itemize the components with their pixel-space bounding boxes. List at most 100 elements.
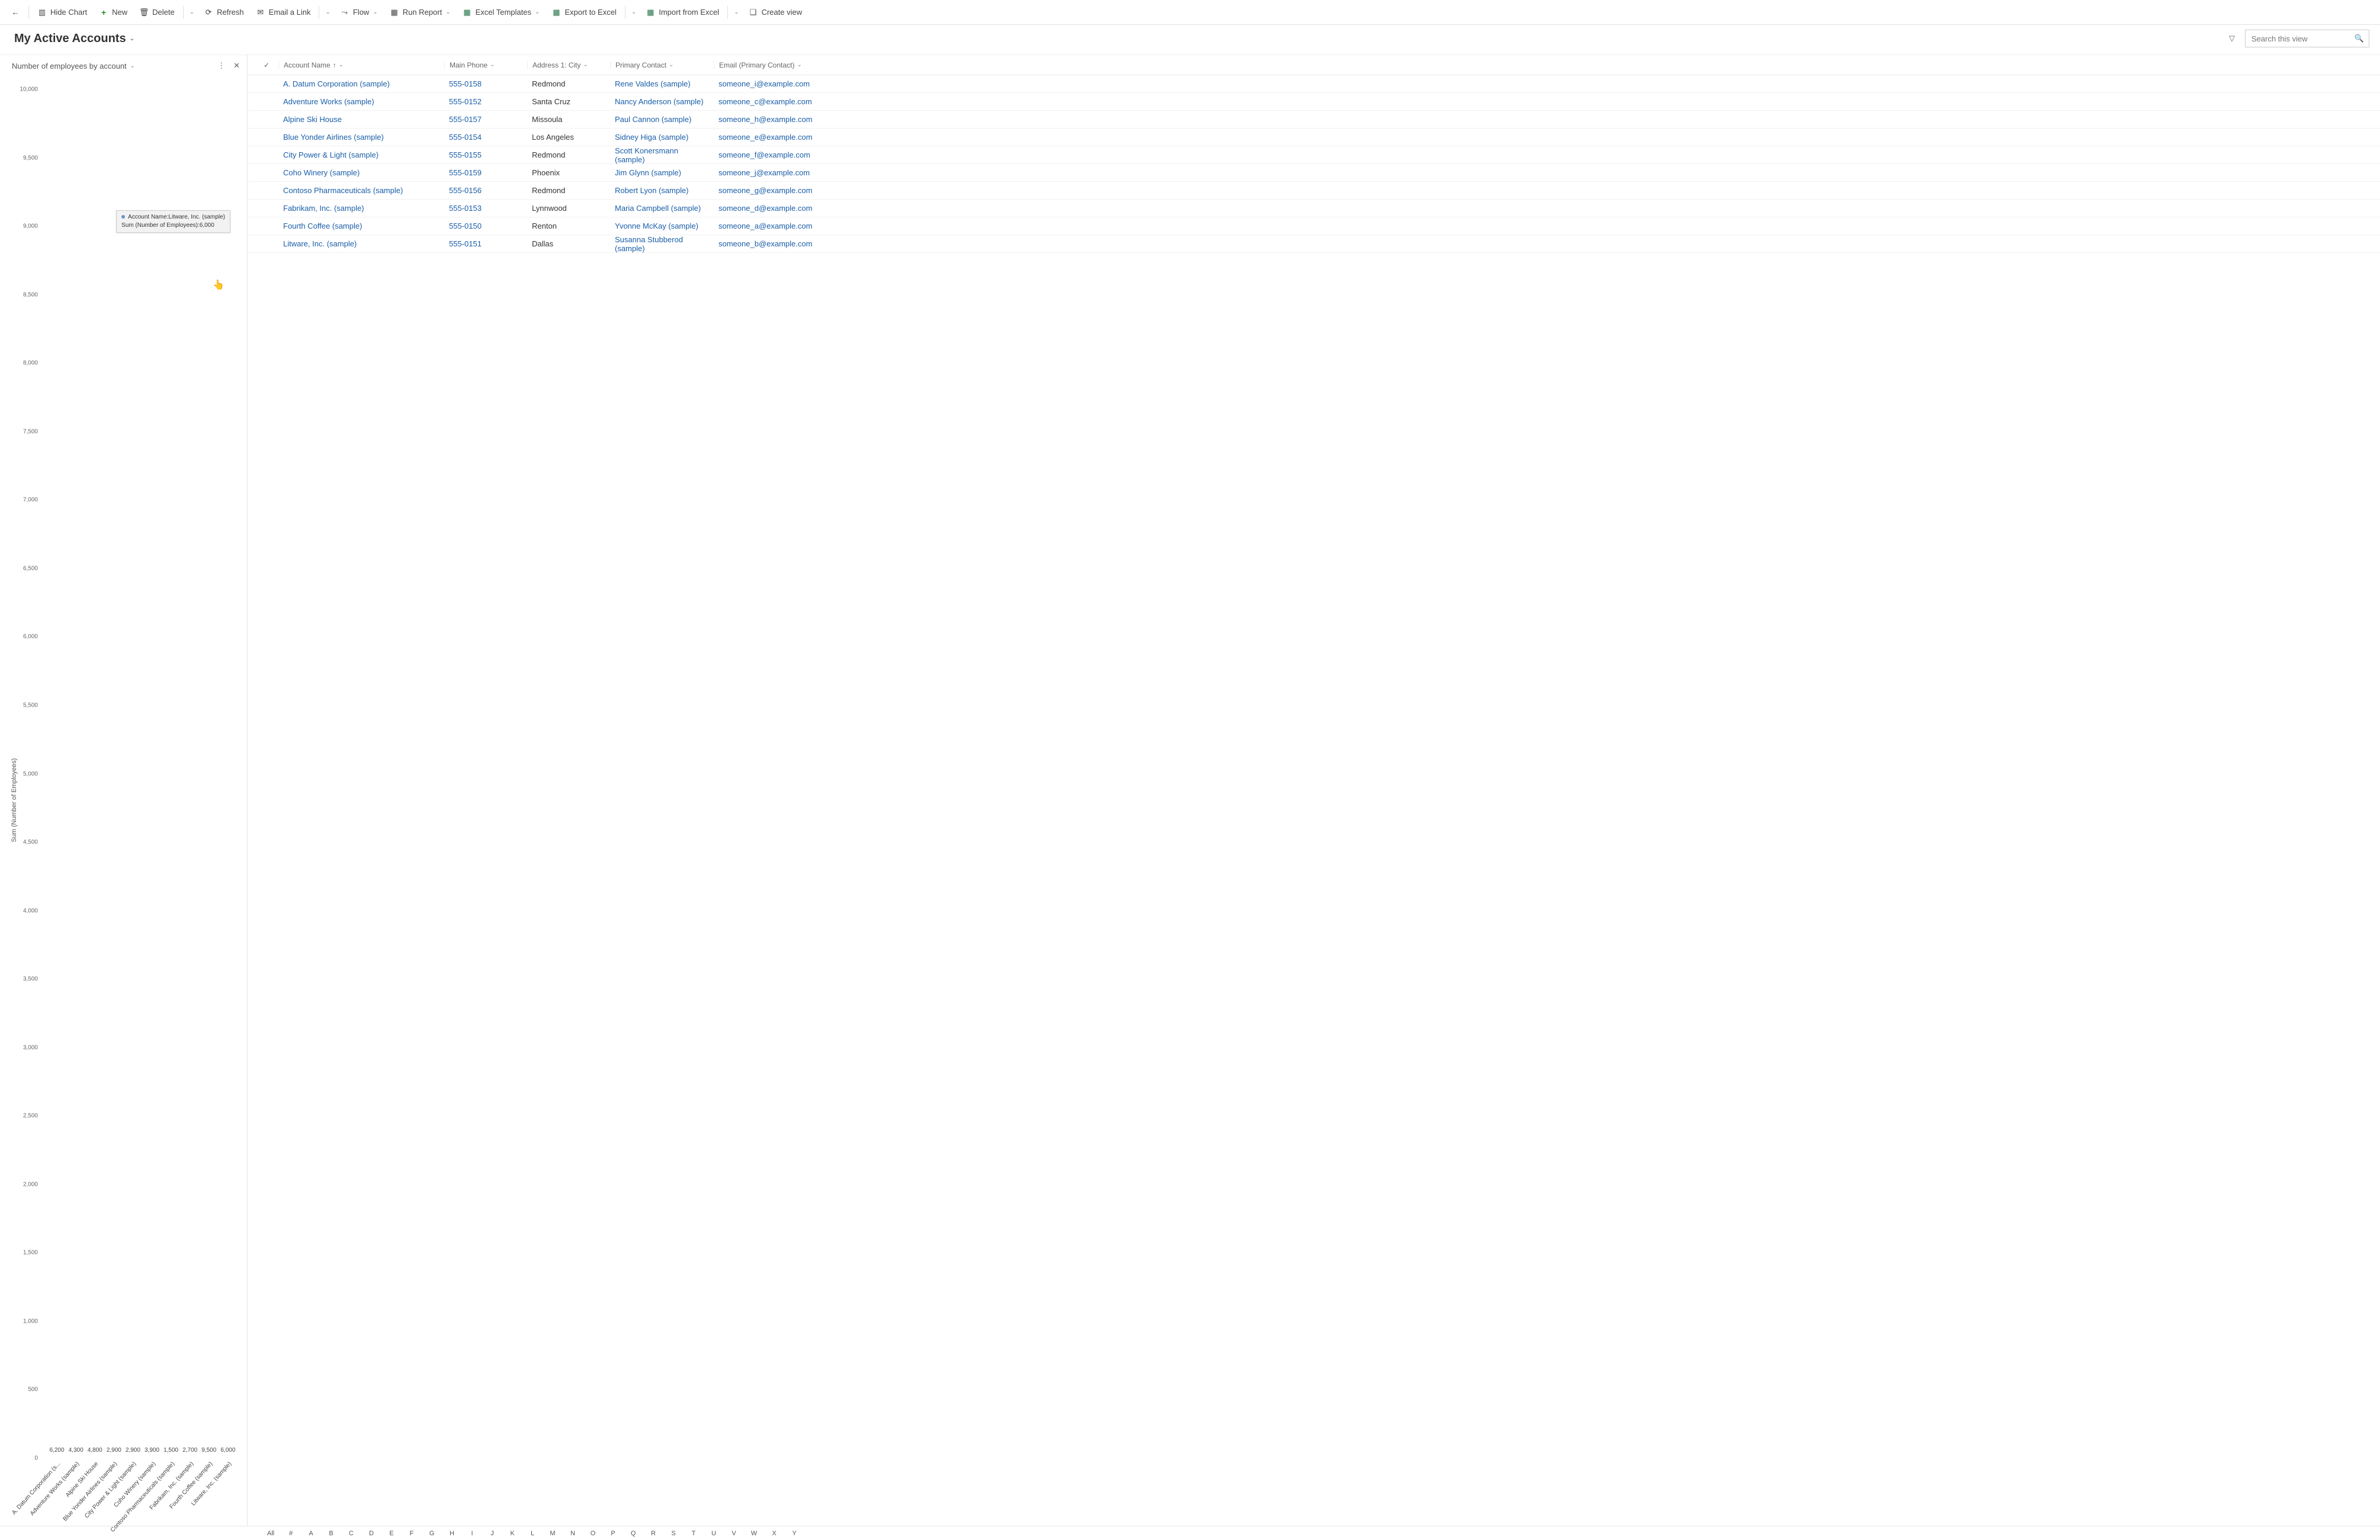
phone-link[interactable]: 555-0150	[449, 222, 482, 230]
table-row[interactable]: Fourth Coffee (sample)555-0150RentonYvon…	[248, 217, 2380, 235]
excel-templates-button[interactable]: ▦Excel Templates⌄	[457, 3, 546, 22]
filter-icon[interactable]: ▽	[2227, 34, 2237, 43]
back-button[interactable]: ←	[5, 3, 26, 22]
table-row[interactable]: Adventure Works (sample)555-0152Santa Cr…	[248, 93, 2380, 111]
view-selector[interactable]: My Active Accounts ⌄	[14, 32, 134, 46]
account-name-link[interactable]: Fabrikam, Inc. (sample)	[283, 204, 364, 213]
phone-link[interactable]: 555-0158	[449, 79, 482, 88]
alpha-filter-u[interactable]: U	[704, 1530, 724, 1537]
table-row[interactable]: A. Datum Corporation (sample)555-0158Red…	[248, 75, 2380, 93]
delete-button[interactable]: 🗑Delete	[133, 3, 181, 22]
email-link[interactable]: someone_i@example.com	[719, 79, 810, 88]
email-link[interactable]: someone_d@example.com	[719, 204, 812, 213]
alpha-filter-#[interactable]: #	[281, 1530, 301, 1537]
flow-button[interactable]: ⤳Flow⌄	[334, 3, 384, 22]
col-header-account-name[interactable]: Account Name ↑ ⌄	[278, 61, 444, 69]
table-row[interactable]: Alpine Ski House555-0157MissoulaPaul Can…	[248, 111, 2380, 129]
refresh-button[interactable]: ⟳Refresh	[198, 3, 250, 22]
chart-more-button[interactable]: ⋮	[217, 61, 225, 70]
alpha-filter-f[interactable]: F	[402, 1530, 422, 1537]
contact-link[interactable]: Susanna Stubberod (sample)	[615, 235, 683, 253]
col-header-city[interactable]: Address 1: City ⌄	[527, 61, 610, 69]
contact-link[interactable]: Jim Glynn (sample)	[615, 168, 681, 177]
select-all-checkbox[interactable]: ✓	[255, 61, 278, 69]
email-link-button[interactable]: ✉Email a Link	[250, 3, 317, 22]
email-link[interactable]: someone_j@example.com	[719, 168, 810, 177]
account-name-link[interactable]: Fourth Coffee (sample)	[283, 222, 362, 230]
contact-link[interactable]: Maria Campbell (sample)	[615, 204, 701, 213]
alpha-filter-x[interactable]: X	[764, 1530, 784, 1537]
account-name-link[interactable]: Alpine Ski House	[283, 115, 342, 124]
account-name-link[interactable]: Litware, Inc. (sample)	[283, 239, 357, 248]
import-excel-button[interactable]: ▦Import from Excel	[640, 3, 725, 22]
alpha-filter-p[interactable]: P	[603, 1530, 623, 1537]
email-link[interactable]: someone_e@example.com	[719, 133, 812, 142]
alpha-filter-t[interactable]: T	[684, 1530, 704, 1537]
phone-link[interactable]: 555-0157	[449, 115, 482, 124]
search-icon[interactable]: 🔍	[2355, 34, 2364, 43]
alpha-filter-o[interactable]: O	[583, 1530, 603, 1537]
phone-link[interactable]: 555-0155	[449, 150, 482, 159]
col-header-main-phone[interactable]: Main Phone ⌄	[444, 61, 527, 69]
alpha-filter-all[interactable]: All	[261, 1530, 281, 1537]
col-header-email[interactable]: Email (Primary Contact) ⌄	[714, 61, 868, 69]
table-row[interactable]: Fabrikam, Inc. (sample)555-0153LynnwoodM…	[248, 200, 2380, 217]
alpha-filter-q[interactable]: Q	[623, 1530, 643, 1537]
alpha-filter-n[interactable]: N	[563, 1530, 583, 1537]
new-button[interactable]: +New	[93, 3, 133, 22]
alpha-filter-c[interactable]: C	[341, 1530, 361, 1537]
contact-link[interactable]: Scott Konersmann (sample)	[615, 146, 678, 164]
email-link[interactable]: someone_h@example.com	[719, 115, 812, 124]
alpha-filter-s[interactable]: S	[663, 1530, 684, 1537]
alpha-filter-e[interactable]: E	[381, 1530, 402, 1537]
alpha-filter-h[interactable]: H	[442, 1530, 462, 1537]
chart-close-button[interactable]: ✕	[233, 61, 240, 70]
alpha-filter-d[interactable]: D	[361, 1530, 381, 1537]
table-row[interactable]: Litware, Inc. (sample)555-0151DallasSusa…	[248, 235, 2380, 253]
alpha-filter-y[interactable]: Y	[784, 1530, 804, 1537]
alpha-filter-m[interactable]: M	[543, 1530, 563, 1537]
delete-chevron[interactable]: ⌄	[186, 3, 198, 22]
col-header-primary-contact[interactable]: Primary Contact ⌄	[610, 61, 714, 69]
email-link[interactable]: someone_a@example.com	[719, 222, 812, 230]
table-row[interactable]: Contoso Pharmaceuticals (sample)555-0156…	[248, 182, 2380, 200]
contact-link[interactable]: Paul Cannon (sample)	[615, 115, 691, 124]
alpha-filter-k[interactable]: K	[502, 1530, 522, 1537]
email-chevron[interactable]: ⌄	[322, 3, 333, 22]
alpha-filter-b[interactable]: B	[321, 1530, 341, 1537]
alpha-filter-g[interactable]: G	[422, 1530, 442, 1537]
email-link[interactable]: someone_g@example.com	[719, 186, 812, 195]
table-row[interactable]: Blue Yonder Airlines (sample)555-0154Los…	[248, 129, 2380, 146]
account-name-link[interactable]: A. Datum Corporation (sample)	[283, 79, 390, 88]
phone-link[interactable]: 555-0154	[449, 133, 482, 142]
contact-link[interactable]: Robert Lyon (sample)	[615, 186, 689, 195]
phone-link[interactable]: 555-0151	[449, 239, 482, 248]
grid-body[interactable]: A. Datum Corporation (sample)555-0158Red…	[248, 75, 2380, 1526]
email-link[interactable]: someone_c@example.com	[719, 97, 812, 106]
phone-link[interactable]: 555-0156	[449, 186, 482, 195]
alpha-filter-i[interactable]: I	[462, 1530, 482, 1537]
phone-link[interactable]: 555-0152	[449, 97, 482, 106]
export-chevron[interactable]: ⌄	[628, 3, 640, 22]
create-view-button[interactable]: ❏Create view	[742, 3, 808, 22]
contact-link[interactable]: Rene Valdes (sample)	[615, 79, 691, 88]
search-input[interactable]	[2250, 34, 2345, 44]
run-report-button[interactable]: ▦Run Report⌄	[384, 3, 457, 22]
alpha-filter-j[interactable]: J	[482, 1530, 502, 1537]
export-excel-button[interactable]: ▦Export to Excel	[546, 3, 622, 22]
phone-link[interactable]: 555-0159	[449, 168, 482, 177]
table-row[interactable]: Coho Winery (sample)555-0159PhoenixJim G…	[248, 164, 2380, 182]
contact-link[interactable]: Yvonne McKay (sample)	[615, 222, 698, 230]
alpha-filter-a[interactable]: A	[301, 1530, 321, 1537]
alpha-filter-r[interactable]: R	[643, 1530, 663, 1537]
contact-link[interactable]: Nancy Anderson (sample)	[615, 97, 704, 106]
alpha-filter-l[interactable]: L	[522, 1530, 543, 1537]
hide-chart-button[interactable]: ▥Hide Chart	[31, 3, 93, 22]
chart-selector[interactable]: Number of employees by account ⌄	[12, 62, 135, 70]
account-name-link[interactable]: City Power & Light (sample)	[283, 150, 379, 159]
account-name-link[interactable]: Adventure Works (sample)	[283, 97, 374, 106]
account-name-link[interactable]: Blue Yonder Airlines (sample)	[283, 133, 384, 142]
import-chevron[interactable]: ⌄	[730, 3, 742, 22]
table-row[interactable]: City Power & Light (sample)555-0155Redmo…	[248, 146, 2380, 164]
account-name-link[interactable]: Coho Winery (sample)	[283, 168, 360, 177]
